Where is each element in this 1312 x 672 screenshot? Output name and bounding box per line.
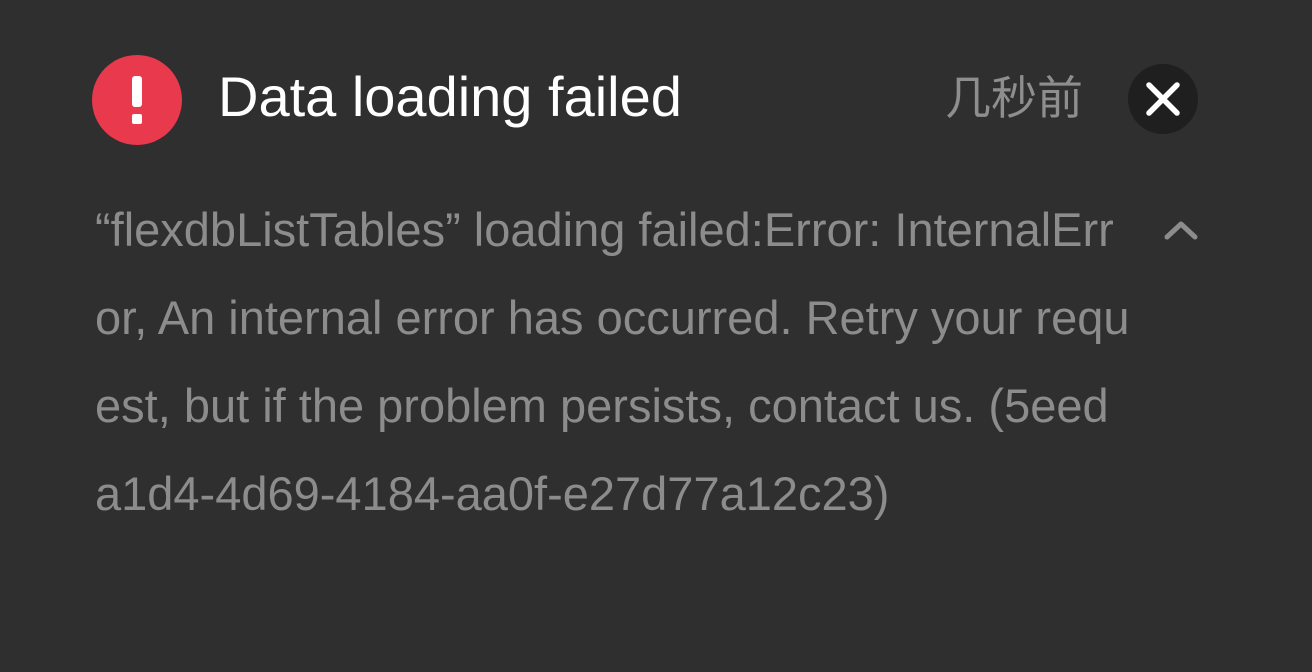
collapse-button[interactable] xyxy=(1158,210,1204,250)
notification-message: “flexdbListTables” loading failed:Error:… xyxy=(95,203,1130,520)
close-button[interactable] xyxy=(1128,64,1198,134)
chevron-up-icon xyxy=(1164,221,1198,240)
close-icon xyxy=(1146,82,1180,116)
notification-title: Data loading failed xyxy=(218,65,682,128)
error-icon xyxy=(92,55,182,145)
notification-timestamp: 几秒前 xyxy=(945,71,1083,125)
error-notification: Data loading failed 几秒前 “flexdbListTable… xyxy=(0,0,1312,672)
